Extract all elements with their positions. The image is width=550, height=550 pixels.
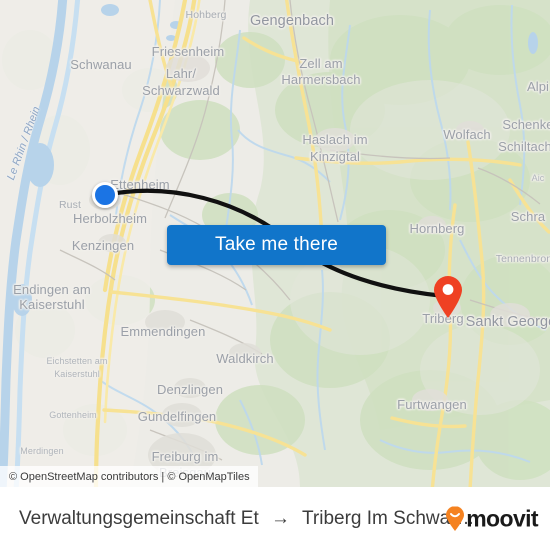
moovit-wordmark: moovit [466, 505, 538, 531]
map-attribution[interactable]: © OpenStreetMap contributors | © OpenMap… [0, 466, 258, 487]
origin-name: Verwaltungsgemeinschaft Et… [19, 507, 259, 529]
arrow-icon: → [271, 507, 290, 529]
moovit-pin-icon [446, 506, 465, 531]
destination-marker[interactable] [432, 275, 464, 319]
moovit-map-screenshot: Hohberg Gengenbach Friesenheim Schwanau Lahr… [0, 0, 550, 550]
map-viewport[interactable]: Hohberg Gengenbach Friesenheim Schwanau Lahr… [0, 0, 550, 487]
origin-marker[interactable] [92, 182, 118, 208]
moovit-logo: moovit [445, 505, 539, 532]
take-me-there-button[interactable]: Take me there [167, 225, 386, 265]
route-footer: Verwaltungsgemeinschaft Et… → Triberg Im… [0, 487, 550, 550]
